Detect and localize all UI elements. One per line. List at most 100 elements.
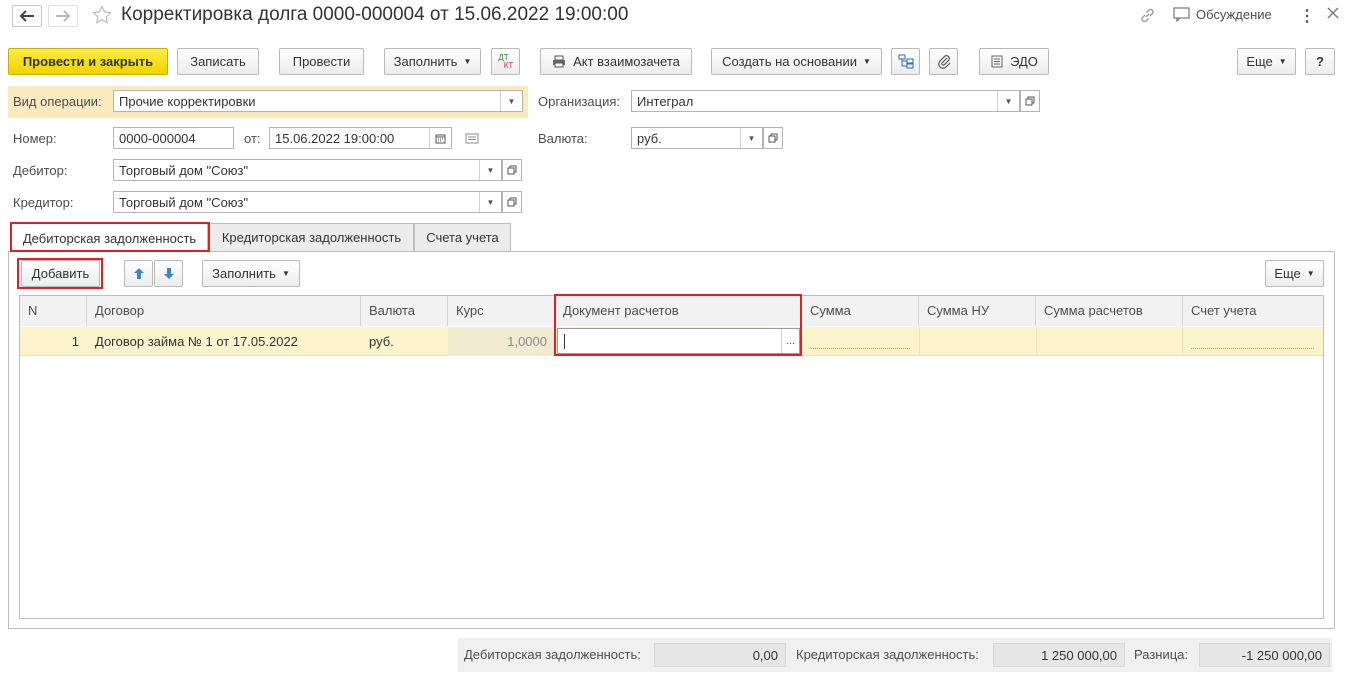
attach-file-button[interactable] (929, 48, 958, 75)
caret-down-icon: ▼ (862, 57, 871, 66)
comment-icon[interactable] (465, 132, 479, 147)
date-value: 15.06.2022 19:00:00 (275, 131, 395, 146)
column-header-settlement-document[interactable]: Документ расчетов (555, 296, 802, 326)
organization-field[interactable]: Интеграл ▼ (631, 90, 1020, 112)
table-fill-button[interactable]: Заполнить ▼ (202, 260, 300, 287)
move-up-button[interactable] (124, 260, 153, 287)
number-field[interactable]: 0000-000004 (113, 127, 234, 149)
debtor-open-button[interactable] (502, 159, 522, 181)
column-header-contract[interactable]: Договор (87, 296, 361, 326)
move-down-button[interactable] (154, 260, 183, 287)
organization-value: Интеграл (637, 94, 694, 109)
netting-act-label: Акт взаимозачета (573, 54, 680, 69)
back-button[interactable] (12, 5, 42, 27)
dt-kt-button[interactable]: ДТ КТ (491, 48, 520, 75)
settlement-document-input[interactable]: ... (557, 328, 800, 354)
printer-icon (553, 55, 566, 68)
calendar-icon[interactable] (429, 128, 451, 148)
dropdown-arrow-icon[interactable]: ▼ (997, 91, 1019, 111)
table-more-button[interactable]: Еще ▼ (1265, 260, 1324, 287)
currency-label: Валюта: (538, 131, 588, 146)
edo-icon (991, 55, 1003, 68)
creditor-open-button[interactable] (502, 191, 522, 213)
discussion-label: Обсуждение (1196, 7, 1272, 22)
open-window-icon (768, 133, 778, 143)
row-sum-input[interactable] (811, 348, 910, 349)
row-contract[interactable]: Договор займа № 1 от 17.05.2022 (87, 327, 361, 356)
dropdown-arrow-icon[interactable]: ▼ (479, 192, 501, 212)
operation-type-label: Вид операции: (13, 94, 102, 109)
debtor-label: Дебитор: (13, 163, 68, 178)
column-header-rate[interactable]: Курс (448, 296, 555, 326)
column-header-currency[interactable]: Валюта (361, 296, 448, 326)
netting-act-button[interactable]: Акт взаимозачета (540, 48, 692, 75)
save-button[interactable]: Записать (177, 48, 259, 75)
operation-type-select[interactable]: Прочие корректировки ▼ (113, 90, 523, 112)
create-based-on-label: Создать на основании (722, 54, 857, 69)
forward-button[interactable] (48, 5, 78, 27)
create-based-on-button[interactable]: Создать на основании ▼ (711, 48, 882, 75)
payable-total-label: Кредиторская задолженность: (796, 647, 979, 662)
row-currency[interactable]: руб. (361, 327, 448, 356)
debtor-field[interactable]: Торговый дом "Союз" ▼ (113, 159, 502, 181)
page-title: Корректировка долга 0000-000004 от 15.06… (121, 4, 629, 25)
date-field[interactable]: 15.06.2022 19:00:00 (269, 127, 452, 149)
arrow-left-icon (19, 10, 34, 22)
link-icon[interactable] (1139, 7, 1156, 27)
column-header-account[interactable]: Счет учета (1183, 296, 1323, 326)
organization-open-button[interactable] (1020, 90, 1040, 112)
add-row-button[interactable]: Добавить (21, 260, 100, 287)
close-icon[interactable] (1327, 7, 1339, 22)
column-header-label: Документ расчетов (563, 303, 679, 318)
creditor-label: Кредитор: (13, 195, 74, 210)
column-header-label: Счет учета (1191, 303, 1257, 318)
table-more-label: Еще (1274, 266, 1301, 281)
select-document-button[interactable]: ... (781, 329, 799, 353)
post-and-close-button[interactable]: Провести и закрыть (8, 48, 168, 75)
caret-down-icon: ▼ (1278, 57, 1287, 66)
row-account-input[interactable] (1191, 348, 1314, 349)
post-button[interactable]: Провести (279, 48, 364, 75)
tab-payables[interactable]: Кредиторская задолженность (209, 223, 414, 251)
edo-label: ЭДО (1010, 54, 1038, 69)
caret-down-icon: ▼ (1306, 269, 1315, 278)
debtor-value: Торговый дом "Союз" (119, 163, 249, 178)
column-header-settlement-sum[interactable]: Сумма расчетов (1036, 296, 1183, 326)
tab-receivables-label: Дебиторская задолженность (22, 230, 197, 246)
dropdown-arrow-icon[interactable]: ▼ (479, 160, 501, 180)
open-window-icon (507, 197, 517, 207)
tab-accounts[interactable]: Счета учета (414, 223, 511, 251)
column-header-label: Сумма расчетов (1044, 303, 1143, 318)
column-header-sum[interactable]: Сумма (802, 296, 919, 326)
dropdown-arrow-icon[interactable]: ▼ (740, 128, 762, 148)
fill-label: Заполнить (393, 54, 458, 69)
column-header-label: N (28, 303, 38, 318)
arrow-up-icon (133, 268, 144, 279)
row-sum-nu[interactable] (919, 327, 1036, 356)
tab-receivables[interactable]: Дебиторская задолженность (11, 223, 208, 252)
post-and-close-label: Провести и закрыть (22, 54, 154, 69)
discussion-button[interactable]: Обсуждение (1173, 7, 1272, 22)
more-actions-icon[interactable]: ⋮ (1299, 6, 1315, 26)
row-settlement-sum[interactable] (1036, 327, 1183, 356)
receivable-total-field: 0,00 (654, 643, 786, 667)
edo-button[interactable]: ЭДО (979, 48, 1049, 75)
dropdown-arrow-icon[interactable]: ▼ (500, 91, 522, 111)
column-header-n[interactable]: N (20, 296, 87, 326)
column-header-label: Сумма НУ (927, 303, 990, 318)
add-row-label: Добавить (31, 266, 90, 281)
tab-accounts-label: Счета учета (426, 230, 499, 245)
favorite-star-icon[interactable] (92, 5, 112, 28)
currency-select[interactable]: руб. ▼ (631, 127, 763, 149)
fill-dropdown-button[interactable]: Заполнить ▼ (384, 48, 481, 75)
help-button[interactable]: ? (1305, 48, 1335, 75)
save-label: Записать (190, 54, 246, 69)
more-button[interactable]: Еще ▼ (1237, 48, 1296, 75)
creditor-field[interactable]: Торговый дом "Союз" ▼ (113, 191, 502, 213)
structure-button[interactable] (891, 48, 920, 75)
currency-open-button[interactable] (763, 127, 783, 149)
paperclip-icon (937, 55, 950, 69)
column-header-sum-nu[interactable]: Сумма НУ (919, 296, 1036, 326)
column-header-label: Договор (95, 303, 145, 318)
column-header-label: Валюта (369, 303, 415, 318)
